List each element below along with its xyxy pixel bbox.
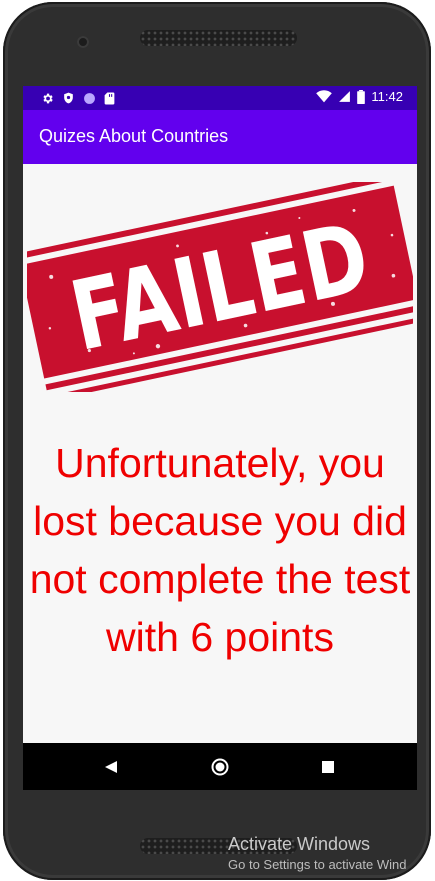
- app-bar: Quizes About Countries: [23, 110, 417, 164]
- home-icon[interactable]: [208, 755, 232, 779]
- recents-icon[interactable]: [316, 755, 340, 779]
- wifi-icon: [316, 90, 333, 103]
- failed-stamp-image: FAILED: [27, 182, 413, 392]
- back-icon[interactable]: [99, 755, 123, 779]
- app-title: Quizes About Countries: [39, 126, 229, 146]
- result-message: Unfortunately, you lost because you did …: [29, 440, 411, 660]
- phone-frame: 11:42 Quizes About Countries FAILED Unfo…: [3, 2, 431, 880]
- watermark-title: Activate Windows: [228, 834, 371, 854]
- circle-icon: [84, 92, 95, 104]
- sd-card-icon: [104, 92, 115, 104]
- activate-windows-watermark: Activate Windows Go to Settings to activ…: [228, 834, 406, 872]
- settings-icon: [43, 93, 53, 103]
- content-area: FAILED Unfortunately, you lost because y…: [23, 164, 417, 743]
- front-camera: [77, 36, 89, 48]
- status-clock: 11:42: [371, 89, 403, 104]
- earpiece-speaker: [140, 30, 297, 46]
- navigation-bar: [23, 743, 417, 790]
- watermark-subtitle: Go to Settings to activate Wind: [228, 857, 407, 872]
- status-bar: 11:42: [23, 86, 417, 110]
- signal-icon: [339, 91, 351, 102]
- battery-icon: [357, 89, 366, 104]
- device-screen: 11:42 Quizes About Countries FAILED Unfo…: [23, 86, 417, 790]
- shield-icon: [64, 92, 73, 104]
